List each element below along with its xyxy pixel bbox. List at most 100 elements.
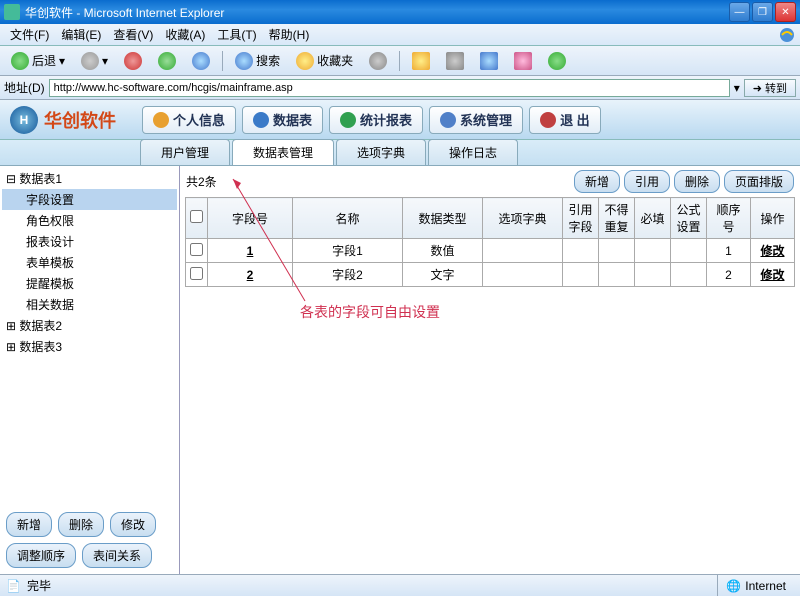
print-button[interactable] — [439, 49, 471, 73]
maximize-button[interactable]: ❐ — [752, 2, 773, 22]
edit-icon — [480, 52, 498, 70]
menu-help[interactable]: 帮助(H) — [263, 24, 316, 45]
menu-edit[interactable]: 编辑(E) — [55, 24, 107, 45]
forward-button[interactable]: ▾ — [74, 49, 115, 73]
col-name: 名称 — [293, 198, 403, 239]
col-field-no: 字段号 — [208, 198, 293, 239]
tree-child-role-perm[interactable]: 角色权限 — [2, 210, 177, 231]
side-btn-relations[interactable]: 表间关系 — [82, 543, 152, 568]
exit-icon — [540, 112, 556, 128]
messenger-icon — [548, 52, 566, 70]
side-btn-add[interactable]: 新增 — [6, 512, 52, 537]
discuss-icon — [514, 52, 532, 70]
print-icon — [446, 52, 464, 70]
refresh-button[interactable] — [151, 49, 183, 73]
side-btn-delete[interactable]: 删除 — [58, 512, 104, 537]
chart-icon — [340, 112, 356, 128]
favorites-button[interactable]: 收藏夹 — [289, 49, 360, 73]
tabs-row: 用户管理 数据表管理 选项字典 操作日志 — [0, 140, 800, 166]
tree-child-report-design[interactable]: 报表设计 — [2, 231, 177, 252]
data-table: 字段号 名称 数据类型 选项字典 引用字段 不得重复 必填 公式设置 顺序号 操… — [185, 197, 795, 287]
tree-node-table1[interactable]: ⊟ 数据表1 — [2, 168, 177, 189]
edit-button[interactable] — [473, 49, 505, 73]
menu-favorites[interactable]: 收藏(A) — [159, 24, 211, 45]
forward-icon — [81, 52, 99, 70]
back-button[interactable]: 后退▾ — [4, 49, 72, 73]
col-req: 必填 — [635, 198, 671, 239]
minimize-button[interactable]: — — [729, 2, 750, 22]
ie-toolbar: 后退▾ ▾ 搜索 收藏夹 — [0, 46, 800, 76]
record-count: 共2条 — [186, 173, 570, 190]
edit-link[interactable]: 修改 — [760, 244, 784, 258]
tree-child-related-data[interactable]: 相关数据 — [2, 294, 177, 315]
side-btn-edit[interactable]: 修改 — [110, 512, 156, 537]
col-formula: 公式设置 — [671, 198, 707, 239]
nav-personal-info[interactable]: 个人信息 — [142, 106, 236, 134]
row-checkbox[interactable] — [190, 243, 203, 256]
close-button[interactable]: ✕ — [775, 2, 796, 22]
nav-data-table[interactable]: 数据表 — [242, 106, 323, 134]
mail-button[interactable] — [405, 49, 437, 73]
col-type: 数据类型 — [403, 198, 483, 239]
home-button[interactable] — [185, 49, 217, 73]
tree-node-table3[interactable]: ⊞ 数据表3 — [2, 336, 177, 357]
gear-icon — [440, 112, 456, 128]
menu-tools[interactable]: 工具(T) — [211, 24, 262, 45]
mail-icon — [412, 52, 430, 70]
back-icon — [11, 52, 29, 70]
stop-button[interactable] — [117, 49, 149, 73]
menu-bar: 文件(F) 编辑(E) 查看(V) 收藏(A) 工具(T) 帮助(H) — [0, 24, 800, 46]
menu-view[interactable]: 查看(V) — [107, 24, 159, 45]
field-id-link[interactable]: 2 — [247, 268, 254, 282]
select-all-checkbox[interactable] — [190, 210, 203, 223]
app-name: 华创软件 — [44, 107, 116, 133]
action-add[interactable]: 新增 — [574, 170, 620, 193]
col-ref: 引用字段 — [563, 198, 599, 239]
history-icon — [369, 52, 387, 70]
ie-logo-icon — [778, 26, 796, 44]
tree-child-reminder-template[interactable]: 提醒模板 — [2, 273, 177, 294]
person-icon — [153, 112, 169, 128]
app-icon — [4, 4, 20, 20]
tab-user-admin[interactable]: 用户管理 — [140, 139, 230, 165]
tab-table-admin[interactable]: 数据表管理 — [232, 139, 334, 165]
search-button[interactable]: 搜索 — [228, 49, 287, 73]
action-layout[interactable]: 页面排版 — [724, 170, 794, 193]
side-btn-reorder[interactable]: 调整顺序 — [6, 543, 76, 568]
tree-child-form-template[interactable]: 表单模板 — [2, 252, 177, 273]
table-row: 1 字段1 数值 1 修改 — [186, 239, 795, 263]
address-input[interactable] — [49, 79, 730, 97]
edit-link[interactable]: 修改 — [760, 268, 784, 282]
tree-child-field-settings[interactable]: 字段设置 — [2, 189, 177, 210]
window-title-bar: 华创软件 - Microsoft Internet Explorer — ❐ ✕ — [0, 0, 800, 24]
star-icon — [296, 52, 314, 70]
row-checkbox[interactable] — [190, 267, 203, 280]
annotation-text: 各表的字段可自由设置 — [300, 302, 440, 322]
home-icon — [192, 52, 210, 70]
action-delete[interactable]: 删除 — [674, 170, 720, 193]
messenger-button[interactable] — [541, 49, 573, 73]
app-logo-icon: H — [10, 106, 38, 134]
stop-icon — [124, 52, 142, 70]
status-done-icon: 📄 — [6, 579, 21, 593]
address-bar: 地址(D) ▾ ➜ 转到 — [0, 76, 800, 100]
col-op: 操作 — [751, 198, 795, 239]
go-button[interactable]: ➜ 转到 — [744, 79, 796, 97]
history-button[interactable] — [362, 49, 394, 73]
window-title: 华创软件 - Microsoft Internet Explorer — [25, 4, 729, 21]
tree-node-table2[interactable]: ⊞ 数据表2 — [2, 315, 177, 336]
menu-file[interactable]: 文件(F) — [4, 24, 55, 45]
action-ref[interactable]: 引用 — [624, 170, 670, 193]
nav-exit[interactable]: 退 出 — [529, 106, 601, 134]
nav-stats-report[interactable]: 统计报表 — [329, 106, 423, 134]
table-row: 2 字段2 文字 2 修改 — [186, 263, 795, 287]
search-icon — [235, 52, 253, 70]
tab-option-dict[interactable]: 选项字典 — [336, 139, 426, 165]
nav-system-admin[interactable]: 系统管理 — [429, 106, 523, 134]
internet-icon: 🌐 — [726, 579, 741, 593]
col-nodup: 不得重复 — [599, 198, 635, 239]
status-zone: 🌐Internet — [717, 575, 794, 596]
tab-op-log[interactable]: 操作日志 — [428, 139, 518, 165]
discuss-button[interactable] — [507, 49, 539, 73]
field-id-link[interactable]: 1 — [247, 244, 254, 258]
